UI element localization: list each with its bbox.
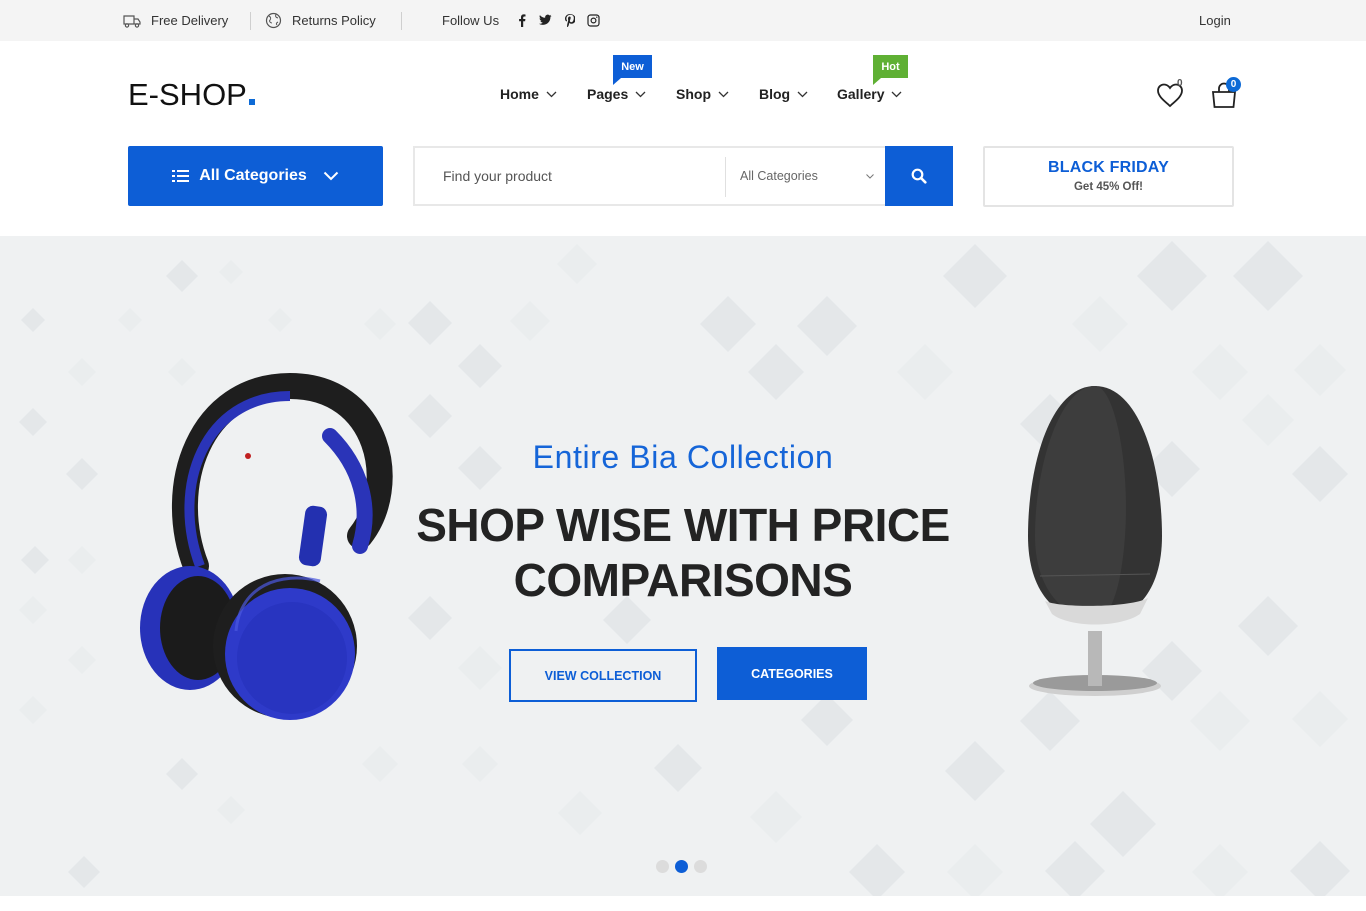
logo-text: E-SHOP: [128, 77, 247, 112]
returns-policy-item[interactable]: Returns Policy: [265, 0, 376, 41]
wishlist-count: 0: [1177, 78, 1183, 89]
view-collection-button[interactable]: VIEW COLLECTION: [509, 649, 697, 702]
hero-slider: Entire Bia Collection SHOP WISE WITH PRI…: [0, 236, 1366, 896]
category-select-value: All Categories: [740, 169, 818, 183]
hero-subtitle: Entire Bia Collection: [532, 439, 834, 475]
chevron-down-icon: [718, 91, 729, 97]
twitter-icon[interactable]: [539, 12, 552, 28]
pinterest-icon[interactable]: [563, 12, 576, 28]
black-friday-promo[interactable]: BLACK FRIDAY Get 45% Off!: [983, 146, 1234, 207]
top-bar: Free Delivery Returns Policy Follow Us L…: [0, 0, 1366, 41]
facebook-icon[interactable]: [515, 12, 528, 28]
all-categories-button[interactable]: All Categories: [128, 146, 383, 206]
divider: [250, 12, 251, 30]
speaker-image: [1028, 386, 1162, 696]
nav-label: Gallery: [837, 86, 885, 102]
nav-label: Blog: [759, 86, 791, 102]
slider-dot-active[interactable]: [675, 860, 688, 873]
chevron-down-icon: [635, 91, 646, 97]
nav-label: Pages: [587, 86, 629, 102]
hot-badge-label: Hot: [881, 60, 900, 73]
nav-item-pages[interactable]: Pages: [587, 86, 646, 102]
view-collection-label: VIEW COLLECTION: [544, 668, 662, 683]
hot-badge: Hot: [873, 55, 908, 85]
follow-us-label: Follow Us: [442, 0, 499, 41]
cart-count: 0: [1226, 77, 1241, 92]
search-icon: [911, 168, 927, 184]
chevron-down-icon: [546, 91, 557, 97]
nav-item-gallery[interactable]: Gallery: [837, 86, 902, 102]
promo-subtitle: Get 45% Off!: [1073, 181, 1143, 193]
logo-dot: [248, 99, 255, 105]
promo-title: BLACK FRIDAY: [1048, 159, 1169, 176]
all-categories-label: All Categories: [199, 167, 307, 184]
nav-item-home[interactable]: Home: [500, 86, 557, 102]
free-delivery-item[interactable]: Free Delivery: [123, 0, 228, 41]
nav-label: Home: [500, 86, 539, 102]
globe-icon: [265, 12, 282, 29]
search-bar: All Categories: [413, 146, 886, 206]
logo[interactable]: E-SHOP: [128, 77, 255, 113]
free-delivery-label: Free Delivery: [151, 13, 229, 28]
search-button[interactable]: [885, 146, 953, 206]
chevron-down-icon: [797, 91, 808, 97]
nav-item-blog[interactable]: Blog: [759, 86, 808, 102]
returns-policy-label: Returns Policy: [292, 13, 376, 28]
follow-us-text: Follow Us: [442, 13, 500, 28]
search-input[interactable]: [443, 148, 723, 204]
categories-button[interactable]: CATEGORIES: [717, 647, 867, 700]
divider: [401, 12, 402, 30]
chevron-down-icon: [892, 91, 902, 97]
login-link[interactable]: Login: [1199, 0, 1231, 41]
headphones-image: [140, 372, 393, 720]
login-label: Login: [1199, 13, 1231, 28]
social-links: [515, 12, 600, 28]
list-icon: [172, 170, 190, 182]
new-badge-label: New: [621, 60, 644, 73]
new-badge: New: [613, 55, 652, 85]
chevron-down-icon: [323, 171, 339, 181]
category-select[interactable]: All Categories: [740, 148, 874, 204]
categories-label: CATEGORIES: [751, 666, 833, 681]
divider: [725, 157, 726, 197]
instagram-icon[interactable]: [587, 12, 600, 28]
hero-title: SHOP WISE WITH PRICE COMPARISONS: [416, 499, 950, 606]
slider-dots: [656, 860, 707, 873]
nav-label: Shop: [676, 86, 711, 102]
slider-dot[interactable]: [694, 860, 707, 873]
truck-icon: [123, 14, 141, 28]
page-bottom: [0, 896, 1366, 911]
nav-item-shop[interactable]: Shop: [676, 86, 729, 102]
slider-dot[interactable]: [656, 860, 669, 873]
chevron-down-icon: [866, 173, 874, 179]
